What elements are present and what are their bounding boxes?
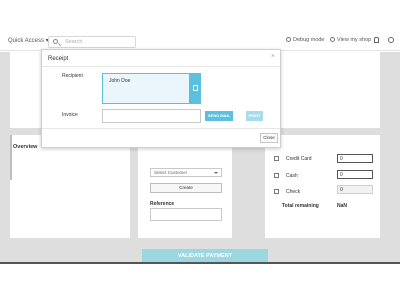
close-button[interactable]: Close	[260, 133, 278, 143]
close-icon[interactable]: ×	[271, 53, 275, 60]
recipient-label: Recipient	[62, 73, 83, 79]
credit-card-label: Credit Card	[286, 156, 312, 162]
recipient-picker-button[interactable]	[190, 73, 201, 104]
cash-label: Cash	[286, 173, 298, 179]
total-remaining-label: Total remaining	[282, 203, 319, 209]
contact-book-icon	[193, 85, 198, 91]
recipient-field[interactable]: John Doe	[102, 73, 190, 104]
bottom-blank-area	[0, 264, 400, 300]
credit-card-checkbox[interactable]	[274, 156, 279, 161]
create-customer-button[interactable]: Create	[150, 183, 222, 193]
payment-method-cash[interactable]: Cash	[274, 173, 298, 179]
total-remaining-value: NaN	[337, 203, 348, 209]
debug-mode-label: Debug mode	[293, 37, 325, 43]
top-blank-area	[0, 0, 400, 33]
view-shop-link[interactable]: View my shop	[330, 37, 371, 43]
view-shop-label: View my shop	[337, 37, 372, 43]
receipt-modal: Receipt × Recipient John Doe Invoice SEN…	[41, 49, 281, 148]
search-placeholder: Search	[65, 39, 83, 45]
overview-title: Overview	[13, 144, 38, 150]
quick-access-menu[interactable]: Quick Access ▾	[8, 37, 49, 44]
bell-icon[interactable]	[374, 37, 379, 43]
search-icon	[53, 39, 58, 44]
debug-mode-link[interactable]: Debug mode	[286, 37, 325, 43]
credit-card-amount-input[interactable]: 0	[337, 154, 373, 163]
reference-input[interactable]	[150, 208, 222, 221]
shop-icon	[330, 37, 335, 42]
check-amount-input[interactable]: 0	[337, 185, 373, 194]
print-button[interactable]: PRINT	[246, 111, 263, 121]
overview-scrollbar[interactable]	[10, 135, 12, 180]
payment-method-check[interactable]: Check	[274, 189, 300, 195]
modal-title: Receipt	[48, 56, 69, 62]
modal-footer-divider	[42, 128, 280, 129]
cash-checkbox[interactable]	[274, 173, 279, 178]
search-input[interactable]: Search	[48, 36, 136, 48]
modal-header-divider	[42, 66, 280, 67]
check-checkbox[interactable]	[274, 189, 279, 194]
invoice-label: Invoice	[62, 112, 78, 118]
customer-select-value: Select Customer	[154, 170, 188, 175]
customer-select[interactable]: Select Customer	[150, 168, 222, 177]
reference-label: Reference	[150, 201, 175, 207]
send-mail-button[interactable]: SEND MAIL	[205, 111, 233, 121]
chevron-down-icon	[214, 172, 218, 174]
invoice-field[interactable]	[102, 109, 201, 123]
gear-icon[interactable]	[388, 37, 394, 43]
overview-panel: Overview	[10, 135, 130, 238]
cash-amount-input[interactable]: 0	[337, 170, 373, 179]
check-label: Check	[286, 189, 301, 195]
recipient-value: John Doe	[109, 78, 131, 84]
top-right-card	[265, 52, 380, 128]
payment-method-credit-card[interactable]: Credit Card	[274, 156, 312, 162]
debug-icon	[286, 37, 291, 42]
